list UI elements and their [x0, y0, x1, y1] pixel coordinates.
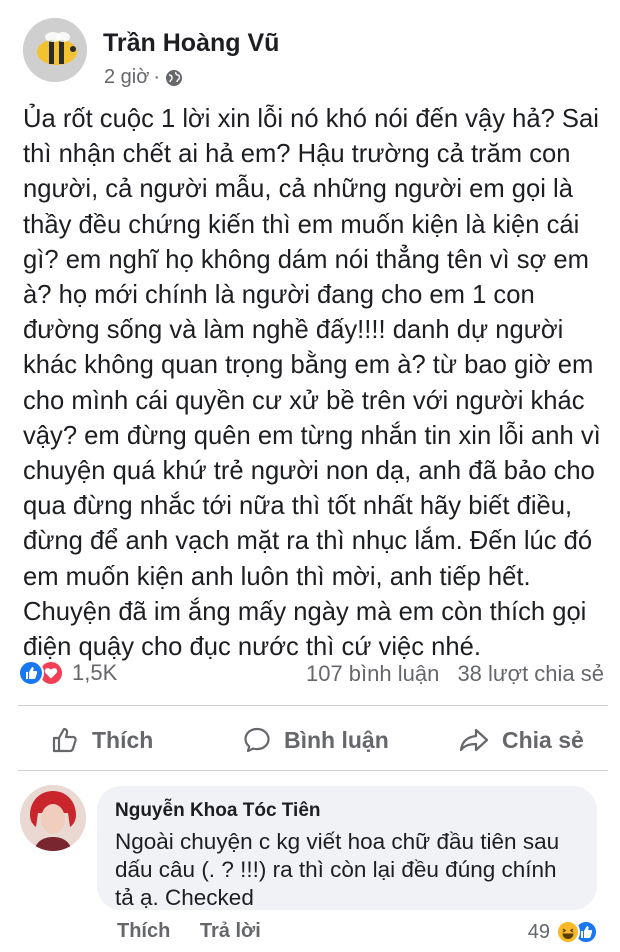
post-text: Ủa rốt cuộc 1 lời xin lỗi nó khó nói đến…: [23, 105, 601, 662]
post-stats: 1,5K 107 bình luận 38 lượt chia sẻ: [18, 656, 608, 692]
divider-top: [18, 705, 608, 706]
comment-bubble: Nguyễn Khoa Tóc Tiên Ngoài chuyện c kg v…: [97, 786, 597, 910]
comment-reactions[interactable]: 49: [528, 920, 598, 944]
commenter-photo: [20, 785, 86, 851]
like-button[interactable]: Thích: [50, 712, 153, 768]
share-arrow-icon: [459, 728, 489, 752]
comment-like-button[interactable]: Thích: [117, 920, 170, 942]
speech-bubble-icon: [244, 727, 270, 753]
author-avatar[interactable]: [23, 18, 87, 82]
divider-bottom: [18, 770, 608, 771]
comment-button[interactable]: Bình luận: [242, 712, 389, 768]
share-button-label: Chia sẻ: [502, 726, 584, 753]
reaction-count: 1,5K: [72, 660, 118, 685]
post-author-name[interactable]: Trần Hoàng Vũ: [103, 29, 279, 58]
haha-icon: [556, 920, 580, 944]
share-count-link[interactable]: 38 lượt chia sẻ: [457, 661, 604, 686]
bee-avatar-image: [23, 18, 87, 82]
comment-text: Ngoài chuyện c kg viết hoa chữ đầu tiên …: [115, 829, 560, 910]
share-button[interactable]: Chia sẻ: [458, 712, 584, 768]
comment-actions: Thích Trả lời: [117, 920, 261, 943]
post-time[interactable]: 2 giờ: [104, 66, 149, 89]
reaction-summary[interactable]: 1,5K: [18, 660, 117, 686]
engagement-counts: 107 bình luận 38 lượt chia sẻ: [306, 661, 604, 687]
comment-reply-button[interactable]: Trả lời: [200, 920, 261, 942]
comment-button-label: Bình luận: [284, 726, 389, 753]
post-actions: Thích Bình luận Chia sẻ: [0, 712, 620, 768]
thumbs-up-icon: [52, 727, 77, 753]
post-header: Trần Hoàng Vũ 2 giờ ·: [23, 18, 603, 98]
commenter-avatar[interactable]: [20, 785, 86, 851]
like-button-label: Thích: [92, 726, 154, 753]
post-meta: 2 giờ ·: [104, 66, 183, 89]
comment-reaction-count: 49: [527, 920, 550, 943]
meta-separator: ·: [153, 66, 161, 88]
comment-count-link[interactable]: 107 bình luận: [306, 661, 439, 686]
like-icon: [18, 660, 44, 686]
comment-author-name[interactable]: Nguyễn Khoa Tóc Tiên: [115, 800, 579, 822]
globe-icon[interactable]: [165, 69, 183, 87]
